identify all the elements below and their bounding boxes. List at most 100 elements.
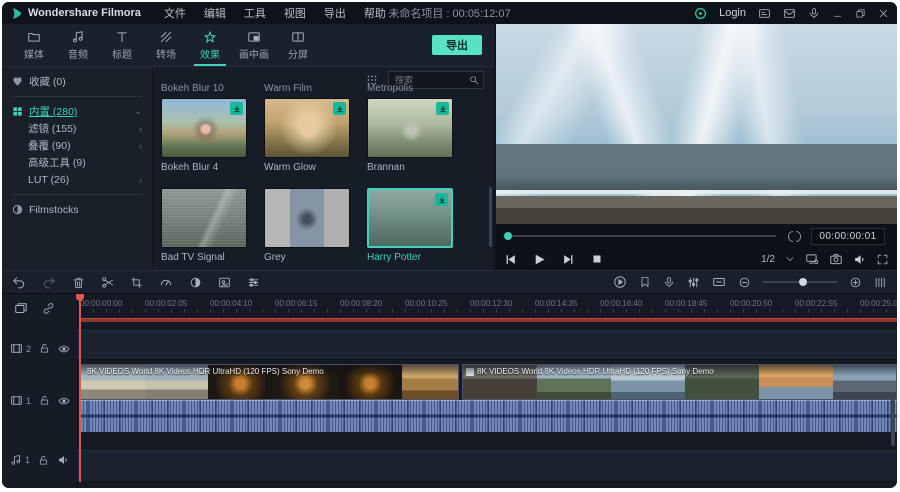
preview-progress-bar[interactable] xyxy=(504,235,776,237)
fullscreen-icon[interactable] xyxy=(876,253,889,266)
sidebar-item-advanced-tools[interactable]: 高级工具 (9) xyxy=(2,154,152,171)
link-clips-icon[interactable] xyxy=(42,302,55,316)
zoom-slider-handle[interactable] xyxy=(799,278,807,286)
sidebar-item-filters[interactable]: 滤镜 (155) › xyxy=(2,120,152,137)
effect-name[interactable]: Warm Film xyxy=(256,83,359,94)
stop-button[interactable] xyxy=(591,253,603,265)
timeline-zoom-slider[interactable] xyxy=(763,281,837,283)
voiceover-mic-button[interactable] xyxy=(663,276,675,288)
sidebar-item-overlays[interactable]: 叠覆 (90) › xyxy=(2,137,152,154)
download-icon[interactable] xyxy=(230,102,243,115)
effect-thumbnail-brannan[interactable] xyxy=(367,98,453,158)
download-icon[interactable] xyxy=(435,193,448,206)
divider xyxy=(12,194,142,195)
export-button[interactable]: 导出 xyxy=(432,35,482,55)
effect-item-selected[interactable]: Harry Potter xyxy=(359,188,462,263)
preview-video[interactable] xyxy=(496,24,897,224)
timeline-scrollbar[interactable] xyxy=(891,394,895,446)
restore-button[interactable] xyxy=(855,8,866,19)
adjust-sliders-button[interactable] xyxy=(247,276,260,289)
close-button[interactable] xyxy=(878,8,889,19)
next-frame-button[interactable] xyxy=(562,253,575,266)
sidebar-item-builtin[interactable]: 内置 (280) ⌄ xyxy=(2,103,152,120)
effect-thumbnail-grey[interactable] xyxy=(264,188,350,248)
tab-transitions[interactable]: 转场 xyxy=(144,24,188,66)
speed-button[interactable] xyxy=(159,275,173,289)
minimize-button[interactable] xyxy=(832,8,843,19)
zoom-in-button[interactable] xyxy=(849,276,862,289)
audio-track-1[interactable] xyxy=(77,450,897,482)
download-icon[interactable] xyxy=(436,102,449,115)
mark-out-icon[interactable] xyxy=(796,231,801,242)
redo-button[interactable] xyxy=(42,275,56,289)
fit-timeline-button[interactable] xyxy=(712,275,726,289)
audio-mixer-button[interactable] xyxy=(687,276,700,289)
progress-handle[interactable] xyxy=(504,232,512,240)
lock-icon[interactable] xyxy=(38,455,49,466)
split-scissors-button[interactable] xyxy=(101,276,114,289)
menu-edit[interactable]: 编辑 xyxy=(195,5,235,21)
effect-name[interactable]: Bokeh Blur 10 xyxy=(153,83,256,94)
mute-speaker-icon[interactable] xyxy=(57,454,69,466)
login-button[interactable]: Login xyxy=(719,7,746,19)
crop-button[interactable] xyxy=(130,276,143,289)
effect-item[interactable]: Warm Glow xyxy=(256,98,359,173)
undo-button[interactable] xyxy=(12,275,26,289)
zoom-out-button[interactable] xyxy=(738,276,751,289)
effect-item[interactable]: Bokeh Blur 4 xyxy=(153,98,256,173)
timeline-ruler[interactable]: 00:00:00:00 00:00:02:05 00:00:04:10 00:0… xyxy=(77,294,897,314)
marker-button[interactable] xyxy=(639,276,651,288)
timeline-clip-2[interactable]: 8K VIDEOS World 8K Videos HDR UltraHD (1… xyxy=(462,364,897,400)
effect-item[interactable]: Grey xyxy=(256,188,359,263)
effect-item[interactable]: Bad TV Signal xyxy=(153,188,256,263)
manage-tracks-icon[interactable] xyxy=(14,302,28,316)
menu-export[interactable]: 导出 xyxy=(315,5,355,21)
sidebar-item-lut[interactable]: LUT (26) › xyxy=(2,171,152,188)
volume-icon[interactable] xyxy=(853,253,866,266)
eye-visibility-icon[interactable] xyxy=(58,343,70,355)
effects-scrollbar[interactable] xyxy=(489,187,492,247)
tab-titles[interactable]: 标题 xyxy=(100,24,144,66)
menu-file[interactable]: 文件 xyxy=(155,5,195,21)
effect-item[interactable]: Brannan xyxy=(359,98,462,173)
effect-thumbnail-bokeh-blur-4[interactable] xyxy=(161,98,247,158)
chevron-down-icon[interactable] xyxy=(785,254,795,264)
color-correction-button[interactable] xyxy=(189,276,202,289)
effect-thumbnail-bad-tv-signal[interactable] xyxy=(161,188,247,248)
delete-button[interactable] xyxy=(72,276,85,289)
display-settings-icon[interactable] xyxy=(805,252,819,266)
mark-in-icon[interactable] xyxy=(788,231,793,242)
timeline-clip-1[interactable]: 8K VIDEOS World 8K Videos HDR UltraHD (1… xyxy=(80,364,459,400)
sidebar-item-favorites[interactable]: 收藏 (0) xyxy=(2,73,152,90)
tab-effects[interactable]: 效果 xyxy=(188,24,232,66)
video-track-2[interactable] xyxy=(77,330,897,360)
music-note-icon xyxy=(71,30,85,44)
tab-media[interactable]: 媒体 xyxy=(12,24,56,66)
track-manager-icon[interactable] xyxy=(874,276,887,289)
eye-visibility-icon[interactable] xyxy=(58,395,70,407)
tab-splitscreen[interactable]: 分屏 xyxy=(276,24,320,66)
sidebar-item-filmstocks[interactable]: Filmstocks xyxy=(2,201,152,218)
mail-icon[interactable] xyxy=(783,7,796,20)
lock-icon[interactable] xyxy=(39,343,50,354)
snapshot-camera-icon[interactable] xyxy=(829,252,843,266)
tab-audio[interactable]: 音频 xyxy=(56,24,100,66)
render-preview-button[interactable] xyxy=(613,275,627,289)
download-icon[interactable] xyxy=(333,102,346,115)
mic-status-icon[interactable] xyxy=(808,7,820,19)
timeline-playhead[interactable] xyxy=(79,294,81,482)
clip-audio-waveform[interactable] xyxy=(80,400,897,432)
menu-view[interactable]: 视图 xyxy=(275,5,315,21)
green-screen-button[interactable] xyxy=(218,276,231,289)
effect-thumbnail-warm-glow[interactable] xyxy=(264,98,350,158)
tab-pip[interactable]: 画中画 xyxy=(232,24,276,66)
update-status-icon[interactable] xyxy=(694,7,707,20)
menu-tools[interactable]: 工具 xyxy=(235,5,275,21)
account-card-icon[interactable] xyxy=(758,7,771,20)
effect-name[interactable]: Metropolis xyxy=(359,83,462,94)
lock-icon[interactable] xyxy=(39,395,50,406)
play-button[interactable] xyxy=(533,253,546,266)
menu-help[interactable]: 帮助 xyxy=(355,5,395,21)
previous-frame-button[interactable] xyxy=(504,253,517,266)
effect-thumbnail-harry-potter[interactable] xyxy=(367,188,453,248)
